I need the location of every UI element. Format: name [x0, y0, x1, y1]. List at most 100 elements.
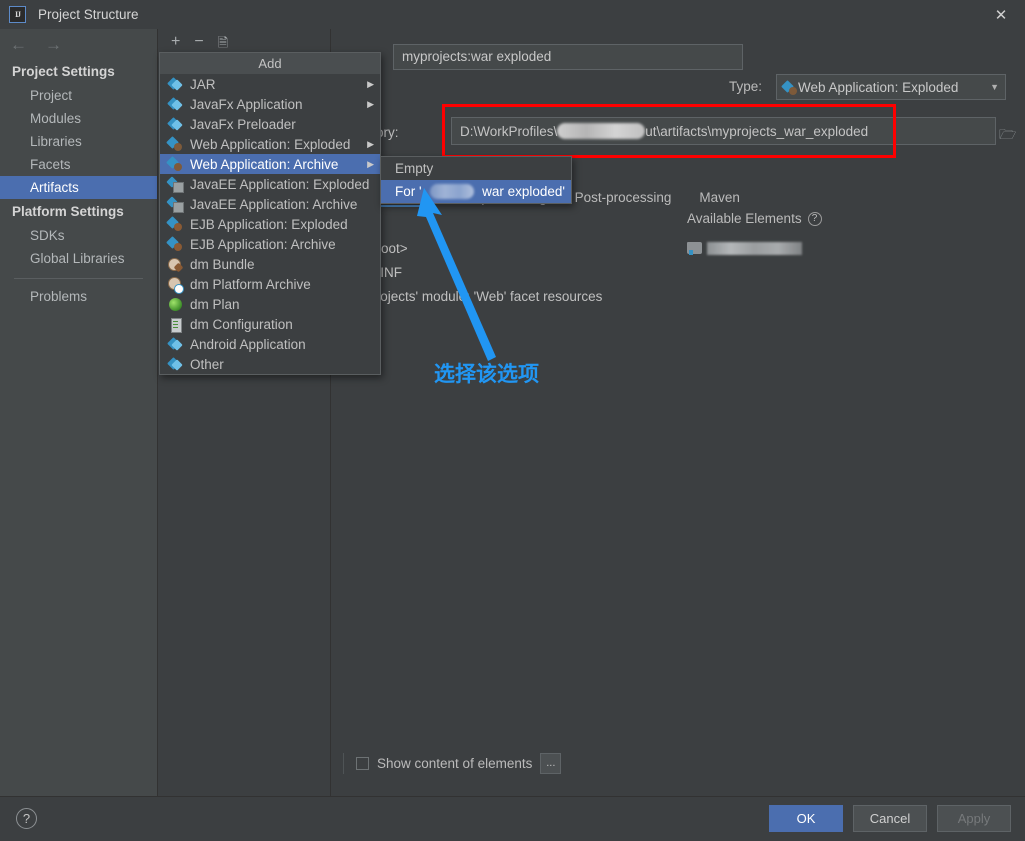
- window-titlebar: IJ Project Structure ✕: [0, 0, 1025, 29]
- web-application-icon: [168, 137, 183, 152]
- sidebar-item-global-libraries[interactable]: Global Libraries: [0, 247, 157, 270]
- sidebar-group-project-settings: Project Settings: [12, 64, 115, 79]
- javaee-application-icon: [168, 177, 184, 193]
- menu-item-label: JavaEE Application: Archive: [190, 196, 358, 212]
- artifact-diamond-icon: [168, 77, 183, 92]
- help-icon[interactable]: ?: [16, 808, 37, 829]
- output-directory-suffix: ut\artifacts\myprojects_war_exploded: [645, 123, 869, 139]
- menu-item-web-application-exploded[interactable]: Web Application: Exploded ▶: [160, 134, 380, 154]
- menu-item-label: JavaFx Application: [190, 96, 303, 112]
- menu-item-label: Web Application: Archive: [190, 156, 339, 172]
- folder-icon: [687, 242, 702, 255]
- add-menu-header: Add: [160, 53, 380, 74]
- available-elements-list: [687, 237, 987, 259]
- menu-item-dm-plan[interactable]: dm Plan: [160, 294, 380, 314]
- menu-item-label: Other: [190, 356, 224, 372]
- type-label: Type:: [729, 79, 763, 94]
- sidebar-group-platform-settings: Platform Settings: [12, 204, 124, 219]
- output-directory-input[interactable]: D:\WorkProfiles\ ut\artifacts\myprojects…: [451, 117, 996, 145]
- redacted-path-segment: [557, 123, 646, 139]
- menu-item-javafx-application[interactable]: JavaFx Application ▶: [160, 94, 380, 114]
- menu-item-javaee-application-exploded[interactable]: JavaEE Application: Exploded: [160, 174, 380, 194]
- copy-icon[interactable]: 🗎: [218, 36, 228, 49]
- menu-item-dm-configuration[interactable]: dm Configuration: [160, 314, 380, 334]
- dm-platform-archive-icon: [168, 276, 184, 294]
- menu-item-web-application-archive[interactable]: Web Application: Archive ▶: [160, 154, 380, 174]
- menu-item-javaee-application-archive[interactable]: JavaEE Application: Archive: [160, 194, 380, 214]
- intellij-logo-icon: IJ: [9, 6, 26, 23]
- menu-item-dm-bundle[interactable]: dm Bundle: [160, 254, 380, 274]
- menu-item-label: JavaEE Application: Exploded: [190, 176, 370, 192]
- sidebar-nav-arrows: ← →: [0, 29, 157, 59]
- tab-maven[interactable]: Maven: [699, 190, 740, 207]
- web-application-icon: [783, 80, 798, 95]
- sidebar-divider: [14, 278, 143, 279]
- chevron-down-icon: ▼: [990, 82, 999, 92]
- menu-item-ejb-application-archive[interactable]: EJB Application: Archive: [160, 234, 380, 254]
- web-application-icon: [168, 157, 183, 172]
- annotation-arrow-icon: [417, 188, 496, 361]
- dm-bundle-icon: [168, 257, 183, 272]
- menu-item-label: EJB Application: Archive: [190, 236, 336, 252]
- menu-item-jar[interactable]: JAR ▶: [160, 74, 380, 94]
- tab-post-processing[interactable]: Post-processing: [575, 190, 672, 207]
- artifact-diamond-icon: [168, 337, 183, 352]
- artifact-name-input[interactable]: myprojects:war exploded: [393, 44, 743, 70]
- menu-item-label: dm Bundle: [190, 256, 255, 272]
- menu-item-label: Web Application: Exploded: [190, 136, 351, 152]
- menu-item-ejb-application-exploded[interactable]: EJB Application: Exploded: [160, 214, 380, 234]
- sidebar-item-libraries[interactable]: Libraries: [0, 130, 157, 153]
- sidebar-item-modules[interactable]: Modules: [0, 107, 157, 130]
- add-icon[interactable]: +: [171, 34, 180, 50]
- artifact-name-row: myprojects:war exploded: [393, 44, 743, 70]
- show-content-label: Show content of elements: [377, 756, 533, 771]
- ok-button[interactable]: OK: [769, 805, 843, 832]
- list-item[interactable]: [687, 237, 987, 259]
- more-options-button[interactable]: ...: [540, 753, 562, 774]
- apply-button[interactable]: Apply: [937, 805, 1011, 832]
- menu-item-label: Android Application: [190, 336, 306, 352]
- menu-item-android-application[interactable]: Android Application: [160, 334, 380, 354]
- annotation-text: 选择该选项: [434, 362, 539, 386]
- ejb-application-icon: [168, 217, 183, 232]
- back-arrow-icon[interactable]: ←: [10, 36, 27, 53]
- chevron-right-icon: ▶: [367, 78, 374, 89]
- sidebar-item-sdks[interactable]: SDKs: [0, 224, 157, 247]
- show-content-of-elements-row: Show content of elements ...: [343, 753, 562, 774]
- available-elements-label: Available Elements: [687, 211, 802, 226]
- menu-item-label: EJB Application: Exploded: [190, 216, 348, 232]
- sidebar-item-problems[interactable]: Problems: [0, 285, 157, 308]
- sidebar-item-facets[interactable]: Facets: [0, 153, 157, 176]
- help-circle-icon[interactable]: ?: [807, 211, 822, 226]
- menu-item-label: JavaFx Preloader: [190, 116, 296, 132]
- menu-item-label: dm Plan: [190, 296, 240, 312]
- close-icon[interactable]: ✕: [989, 6, 1013, 24]
- menu-item-label: dm Configuration: [190, 316, 293, 332]
- forward-arrow-icon[interactable]: →: [45, 36, 62, 53]
- artifact-type-value: Web Application: Exploded: [798, 79, 959, 95]
- redacted-module-name: [707, 241, 802, 255]
- menu-item-label: JAR: [190, 76, 216, 92]
- sidebar-item-artifacts[interactable]: Artifacts: [0, 176, 157, 199]
- menu-item-other[interactable]: Other: [160, 354, 380, 374]
- menu-item-javafx-preloader[interactable]: JavaFx Preloader: [160, 114, 380, 134]
- cancel-button[interactable]: Cancel: [853, 805, 927, 832]
- settings-sidebar: ← → Project Settings Project Modules Lib…: [0, 29, 158, 796]
- menu-item-label: dm Platform Archive: [190, 276, 311, 292]
- browse-folder-icon[interactable]: 🗁: [999, 124, 1016, 148]
- javaee-application-icon: [168, 197, 184, 213]
- dialog-button-bar: ? OK Cancel Apply: [0, 796, 1025, 841]
- dm-configuration-icon: [168, 317, 183, 333]
- ejb-application-icon: [168, 237, 183, 252]
- show-content-checkbox[interactable]: [356, 757, 369, 770]
- remove-icon[interactable]: −: [194, 34, 203, 50]
- artifact-type-select[interactable]: Web Application: Exploded ▼: [776, 74, 1006, 100]
- submenu-item-empty[interactable]: Empty: [381, 157, 571, 180]
- add-artifact-menu: Add JAR ▶ JavaFx Application ▶ JavaFx Pr…: [159, 52, 381, 375]
- artifact-detail-panel: myprojects:war exploded Type: Web Applic…: [331, 29, 1025, 796]
- artifact-diamond-icon: [168, 97, 183, 112]
- chevron-right-icon: ▶: [367, 158, 374, 169]
- menu-item-dm-platform-archive[interactable]: dm Platform Archive: [160, 274, 380, 294]
- chevron-right-icon: ▶: [367, 98, 374, 109]
- sidebar-item-project[interactable]: Project: [0, 84, 157, 107]
